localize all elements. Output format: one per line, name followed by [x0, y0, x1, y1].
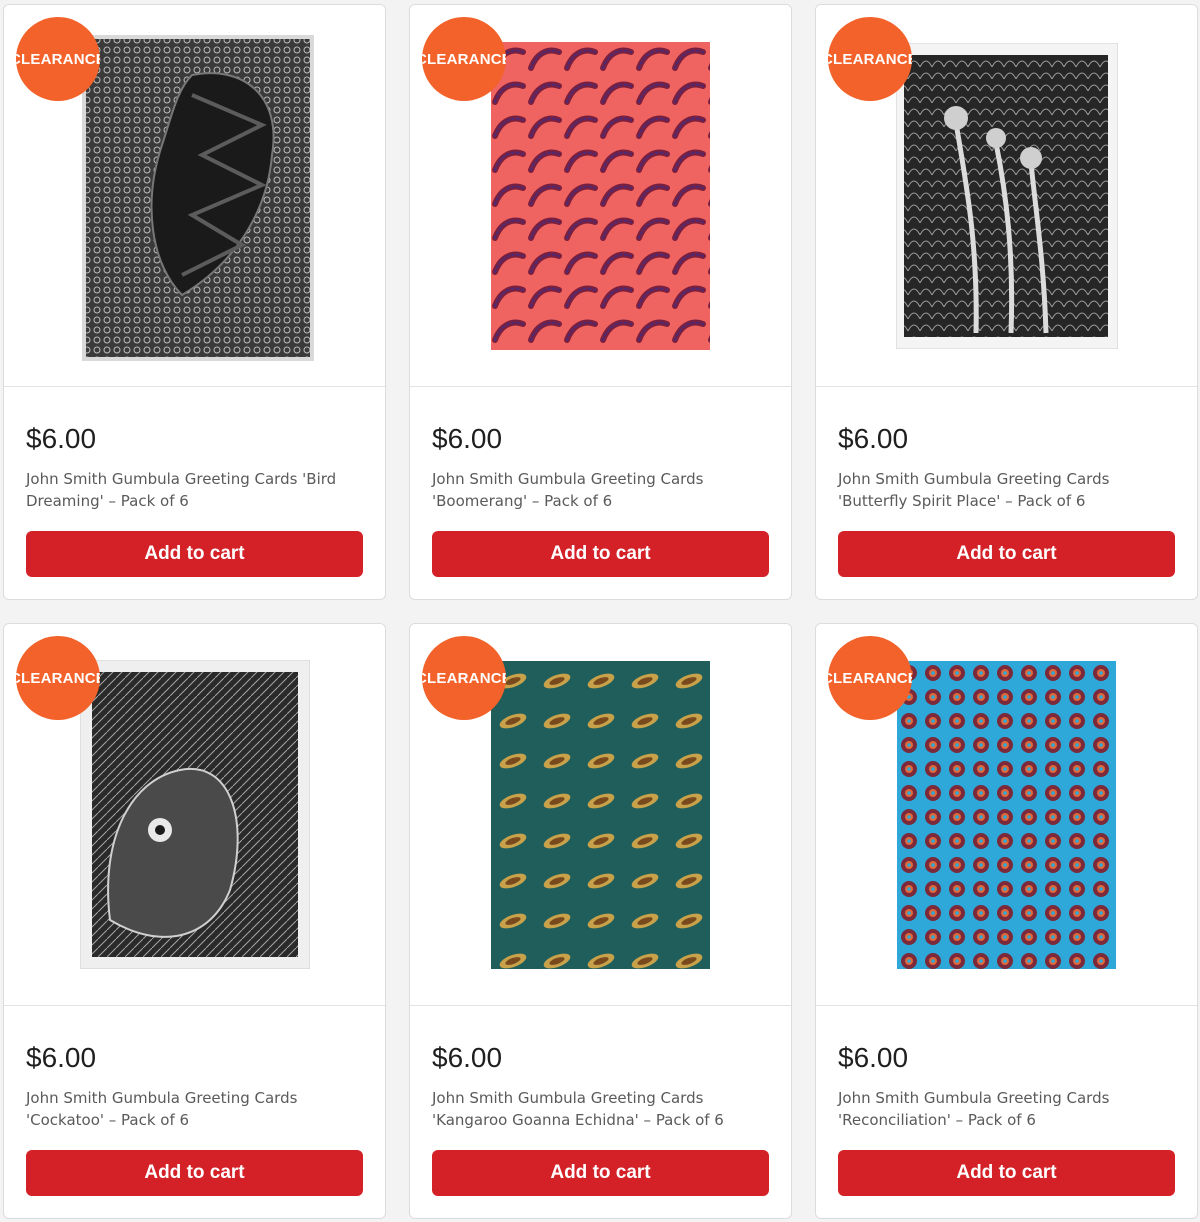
product-price: $6.00 — [26, 423, 97, 454]
product-title[interactable]: John Smith Gumbula Greeting Cards 'Butte… — [838, 468, 1178, 512]
product-price: $6.00 — [838, 1042, 909, 1073]
product-price: $6.00 — [432, 423, 503, 454]
product-price: $6.00 — [432, 1042, 503, 1073]
product-price: $6.00 — [838, 423, 909, 454]
product-title[interactable]: John Smith Gumbula Greeting Cards 'Boome… — [432, 468, 772, 512]
cockatoo-artwork — [80, 660, 310, 969]
badge-label: CLEARANCE — [422, 50, 506, 68]
product-image[interactable] — [82, 35, 314, 361]
butterfly-spirit-place-artwork — [896, 43, 1118, 349]
product-title[interactable]: John Smith Gumbula Greeting Cards 'Bird … — [26, 468, 366, 512]
product-image[interactable] — [491, 42, 710, 350]
product-title[interactable]: John Smith Gumbula Greeting Cards 'Cocka… — [26, 1087, 366, 1131]
bird-dreaming-artwork — [82, 35, 314, 361]
clearance-badge: CLEARANCE — [422, 17, 506, 101]
kangaroo-goanna-echidna-artwork — [491, 661, 710, 969]
clearance-badge: CLEARANCE — [828, 17, 912, 101]
product-image[interactable] — [80, 660, 310, 969]
add-to-cart-button[interactable]: Add to cart — [432, 531, 769, 577]
product-title[interactable]: John Smith Gumbula Greeting Cards 'Recon… — [838, 1087, 1178, 1131]
clearance-badge: CLEARANCE — [16, 17, 100, 101]
product-title[interactable]: John Smith Gumbula Greeting Cards 'Kanga… — [432, 1087, 772, 1131]
badge-label: CLEARANCE — [828, 50, 912, 68]
badge-label: CLEARANCE — [422, 669, 506, 687]
add-to-cart-button[interactable]: Add to cart — [838, 531, 1175, 577]
product-price: $6.00 — [26, 1042, 97, 1073]
product-card[interactable]: CLEARANCE $6.00 John Smith Gumbula Greet… — [409, 623, 792, 1219]
add-to-cart-button[interactable]: Add to cart — [26, 531, 363, 577]
badge-label: CLEARANCE — [828, 669, 912, 687]
reconciliation-artwork — [897, 661, 1116, 969]
product-card[interactable]: CLEARANCE $6.00 John Smith Gumbula Greet… — [3, 4, 386, 600]
product-card[interactable]: CLEARANCE $6.00 John Smith Gumbula Greet… — [3, 623, 386, 1219]
add-to-cart-button[interactable]: Add to cart — [26, 1150, 363, 1196]
clearance-badge: CLEARANCE — [828, 636, 912, 720]
badge-label: CLEARANCE — [16, 50, 100, 68]
product-card[interactable]: CLEARANCE $6.00 John Smith Gumbula Greet… — [815, 4, 1198, 600]
add-to-cart-button[interactable]: Add to cart — [838, 1150, 1175, 1196]
product-image[interactable] — [491, 661, 710, 969]
product-card[interactable]: CLEARANCE $6.00 John Smith Gumbula Greet… — [815, 623, 1198, 1219]
clearance-badge: CLEARANCE — [422, 636, 506, 720]
clearance-badge: CLEARANCE — [16, 636, 100, 720]
product-card[interactable]: CLEARANCE $6.00 John Smith Gumbula Greet… — [409, 4, 792, 600]
add-to-cart-button[interactable]: Add to cart — [432, 1150, 769, 1196]
product-image[interactable] — [896, 43, 1118, 349]
boomerang-artwork — [491, 42, 710, 350]
badge-label: CLEARANCE — [16, 669, 100, 687]
product-image[interactable] — [897, 661, 1116, 969]
